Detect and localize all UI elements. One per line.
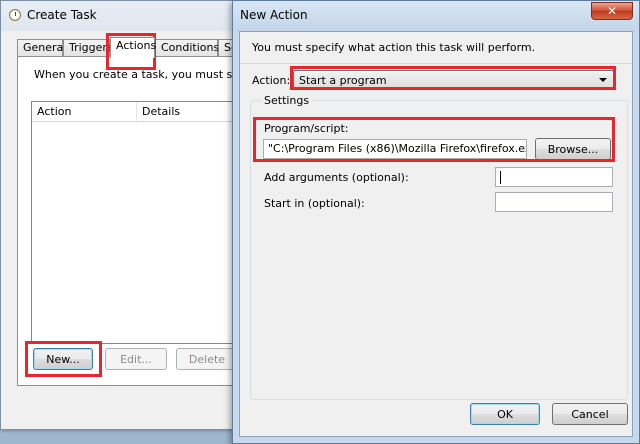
task-scheduler-clock-icon (9, 9, 21, 21)
delete-action-button[interactable]: Delete (176, 348, 238, 370)
text-cursor (500, 171, 501, 184)
new-action-dialog: New Action ✕ You must specify what actio… (232, 0, 640, 444)
action-dropdown-value: Start a program (299, 74, 387, 87)
action-dropdown[interactable]: Start a program (293, 70, 614, 90)
column-header-action[interactable]: Action (37, 105, 71, 118)
create-task-titlebar: Create Task (1, 1, 249, 31)
start-in-label: Start in (optional): (264, 197, 365, 210)
chevron-down-icon[interactable] (599, 78, 607, 82)
new-action-title: New Action (240, 8, 308, 22)
edit-action-button[interactable]: Edit... (105, 348, 167, 370)
tab-actions[interactable]: Actions (110, 37, 156, 58)
instruction-divider (240, 63, 632, 64)
new-action-client-area: You must specify what action this task w… (239, 31, 633, 437)
start-in-field[interactable] (495, 192, 613, 212)
close-icon[interactable]: ✕ (591, 2, 633, 20)
create-task-window: Create Task General Triggers Actions Con… (0, 0, 280, 430)
tab-general[interactable]: General (17, 39, 66, 57)
browse-button[interactable]: Browse... (535, 138, 611, 160)
cancel-button[interactable]: Cancel (552, 403, 628, 425)
actions-list-header: Action Details (32, 102, 251, 122)
actions-list[interactable]: Action Details (31, 101, 252, 344)
ok-button[interactable]: OK (470, 403, 540, 425)
program-script-field[interactable]: "C:\Program Files (x86)\Mozilla Firefox\… (263, 139, 527, 159)
create-task-title: Create Task (27, 8, 97, 22)
new-action-instruction: You must specify what action this task w… (252, 41, 536, 54)
action-label: Action: (252, 74, 291, 87)
settings-group-title: Settings (261, 94, 313, 107)
program-script-label: Program/script: (264, 122, 349, 135)
tab-triggers[interactable]: Triggers (63, 39, 113, 57)
add-arguments-label: Add arguments (optional): (264, 171, 409, 184)
new-action-titlebar[interactable]: New Action ✕ (233, 1, 639, 31)
add-arguments-field[interactable] (495, 167, 613, 187)
tab-conditions[interactable]: Conditions (155, 39, 219, 57)
new-action-button[interactable]: New... (33, 348, 93, 370)
actions-tab-panel: When you create a task, you must specify… (17, 56, 280, 386)
settings-group: Settings Program/script: "C:\Program Fil… (250, 94, 628, 400)
column-header-details[interactable]: Details (142, 105, 180, 118)
column-separator[interactable] (136, 102, 137, 122)
